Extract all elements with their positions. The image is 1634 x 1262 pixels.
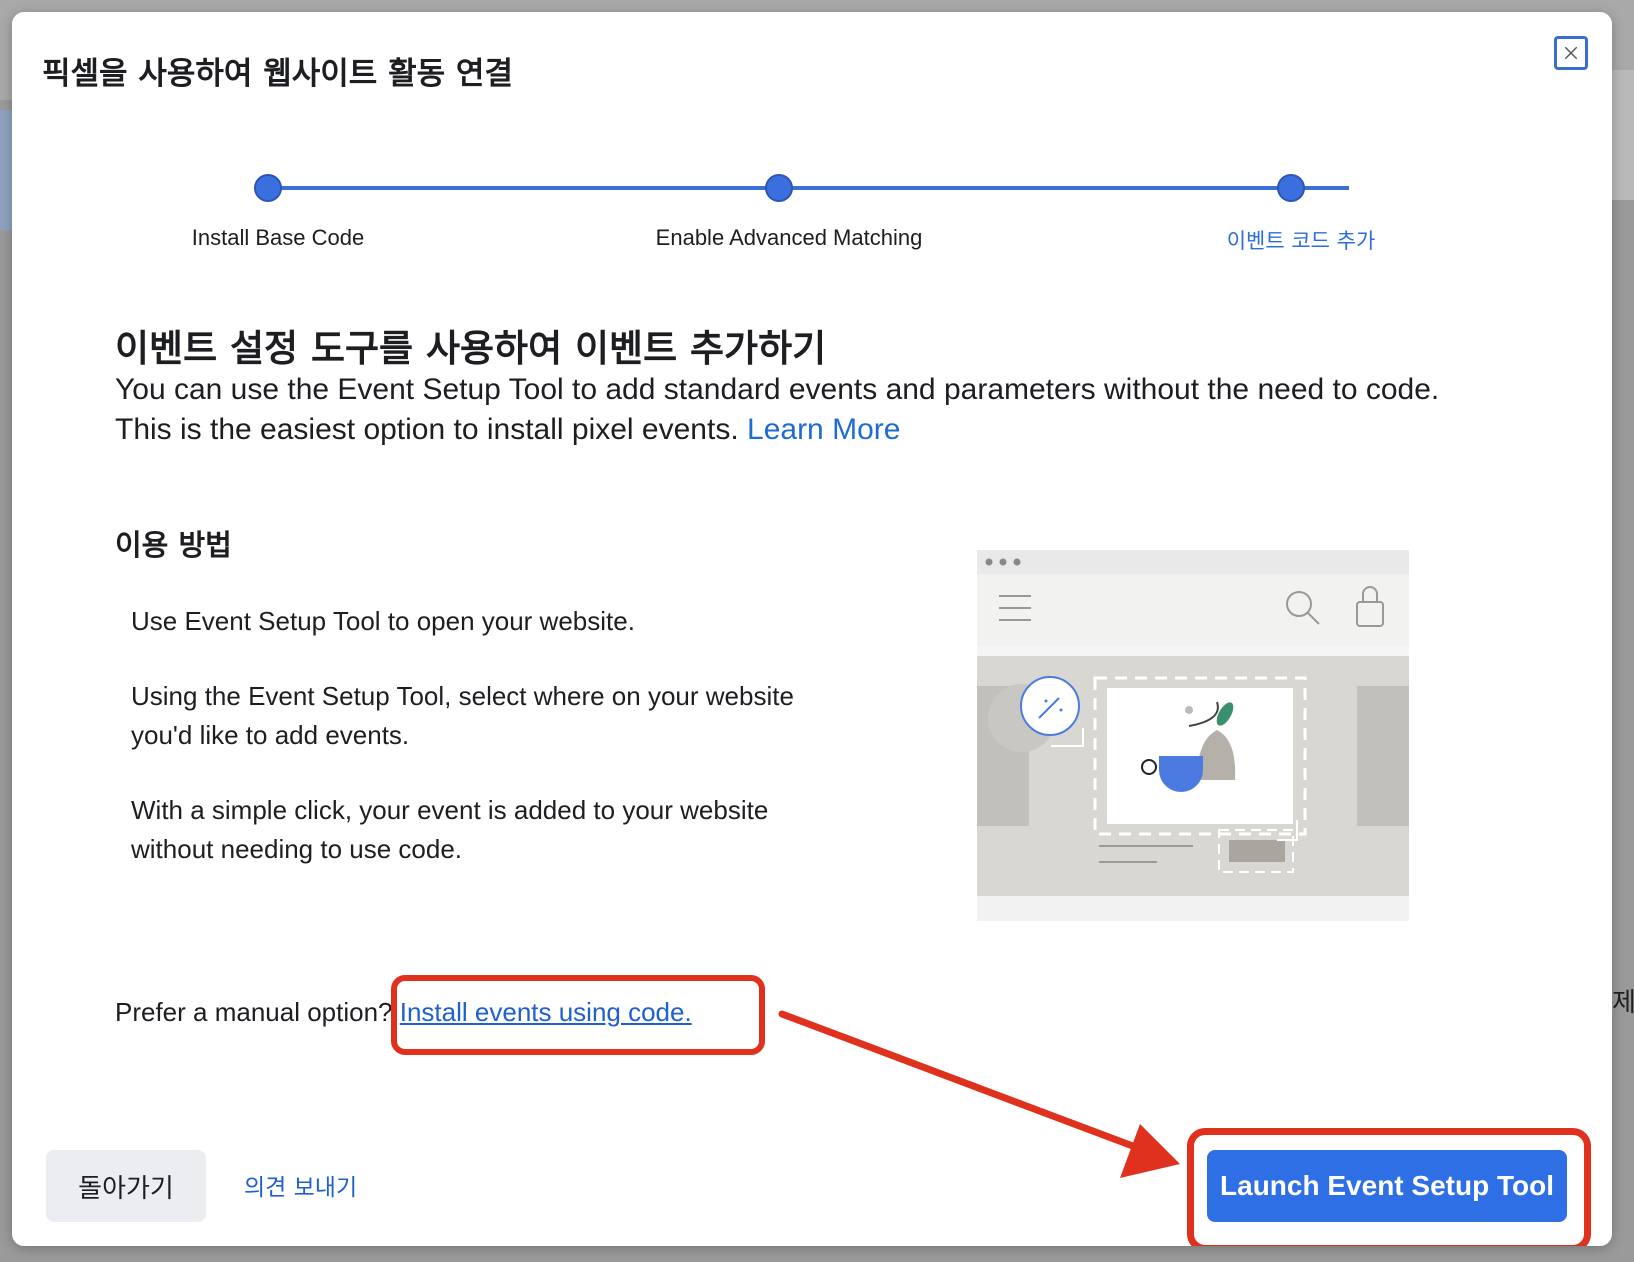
manual-option-prefix: Prefer a manual option? bbox=[115, 997, 393, 1027]
howto-steps-list: Use Event Setup Tool to open your websit… bbox=[131, 602, 851, 905]
annotation-highlight-code-link bbox=[391, 975, 765, 1055]
backdrop-edge-text: 제 bbox=[1612, 988, 1634, 1018]
step-label-install-base-code[interactable]: Install Base Code bbox=[68, 225, 488, 251]
howto-heading: 이용 방법 bbox=[115, 528, 232, 562]
send-feedback-link[interactable]: 의견 보내기 bbox=[244, 1168, 357, 1202]
event-setup-illustration bbox=[977, 550, 1409, 921]
backdrop-left bbox=[0, 110, 12, 230]
step-dot-event-code bbox=[1277, 174, 1305, 202]
learn-more-link[interactable]: Learn More bbox=[747, 413, 900, 446]
launch-event-setup-tool-button[interactable]: Launch Event Setup Tool bbox=[1207, 1150, 1567, 1222]
pixel-setup-dialog: 픽셀을 사용하여 웹사이트 활동 연결 Install Base Code En… bbox=[12, 12, 1612, 1246]
howto-step: Using the Event Setup Tool, select where… bbox=[131, 681, 794, 750]
back-button[interactable]: 돌아가기 bbox=[46, 1150, 206, 1222]
howto-step: With a simple click, your event is added… bbox=[131, 795, 769, 864]
section-heading: 이벤트 설정 도구를 사용하여 이벤트 추가하기 bbox=[115, 327, 827, 370]
step-dot-install-base-code bbox=[254, 174, 282, 202]
backdrop-right bbox=[1612, 70, 1634, 200]
close-icon bbox=[1564, 46, 1578, 60]
step-label-event-code[interactable]: 이벤트 코드 추가 bbox=[1091, 225, 1511, 255]
stepper-track bbox=[278, 186, 1349, 190]
step-label-advanced-matching[interactable]: Enable Advanced Matching bbox=[579, 225, 999, 251]
description-text: You can use the Event Setup Tool to add … bbox=[115, 370, 1455, 450]
close-button[interactable] bbox=[1554, 36, 1588, 70]
dialog-title: 픽셀을 사용하여 웹사이트 활동 연결 bbox=[42, 56, 513, 92]
howto-step: Use Event Setup Tool to open your websit… bbox=[131, 606, 635, 636]
step-dot-advanced-matching bbox=[765, 174, 793, 202]
